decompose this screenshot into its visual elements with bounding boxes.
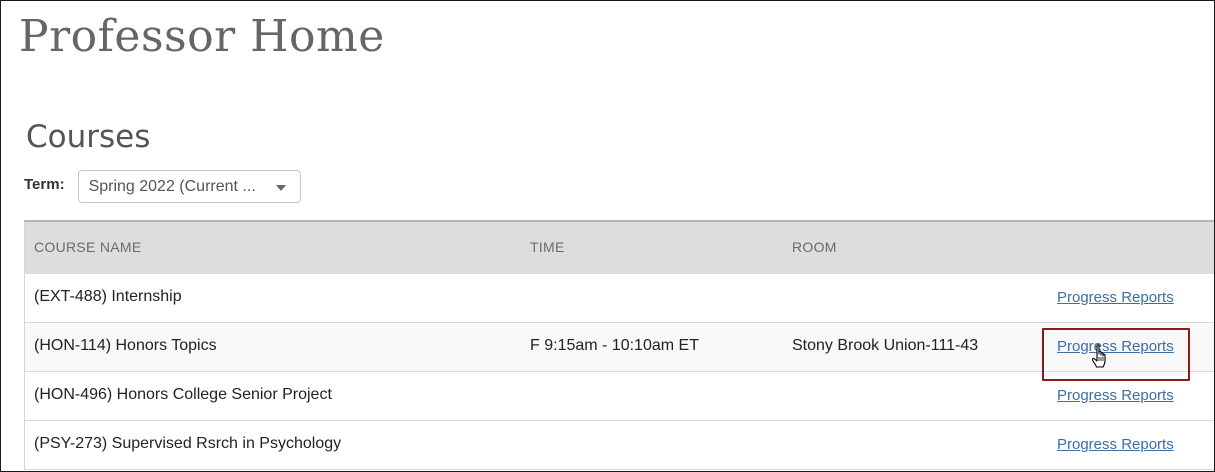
table-row: (HON-114) Honors Topics F 9:15am - 10:10… (25, 323, 1214, 372)
term-label: Term: (24, 176, 65, 193)
course-room: Stony Brook Union-111-43 (792, 337, 979, 354)
chevron-down-icon (275, 185, 286, 191)
term-select-value: Spring 2022 (Current ... (88, 177, 256, 195)
table-row: (EXT-488) Internship Progress Reports (25, 274, 1214, 323)
page-title: Professor Home (19, 11, 385, 62)
column-header-course-name: COURSE NAME (34, 239, 142, 255)
course-name: (HON-114) Honors Topics (34, 337, 217, 354)
progress-reports-link[interactable]: Progress Reports (1057, 436, 1174, 453)
course-time: F 9:15am - 10:10am ET (530, 337, 699, 354)
column-header-room: ROOM (792, 239, 837, 255)
table-row: (PSY-273) Supervised Rsrch in Psychology… (25, 421, 1214, 470)
course-name: (PSY-273) Supervised Rsrch in Psychology (34, 435, 342, 452)
progress-reports-link[interactable]: Progress Reports (1057, 289, 1174, 306)
page-frame: Professor Home Courses Term: Spring 2022… (0, 0, 1215, 472)
course-name: (EXT-488) Internship (34, 288, 182, 305)
column-header-time: TIME (530, 239, 565, 255)
term-select[interactable]: Spring 2022 (Current ... (77, 170, 301, 203)
progress-reports-link[interactable]: Progress Reports (1057, 338, 1174, 355)
course-name: (HON-496) Honors College Senior Project (34, 386, 332, 403)
progress-reports-link[interactable]: Progress Reports (1057, 387, 1174, 404)
courses-table: COURSE NAME TIME ROOM (EXT-488) Internsh… (24, 220, 1214, 470)
table-row: (HON-496) Honors College Senior Project … (25, 372, 1214, 421)
term-filter: Term: Spring 2022 (Current ... (24, 169, 301, 204)
courses-heading: Courses (26, 119, 151, 155)
table-header: COURSE NAME TIME ROOM (25, 222, 1214, 274)
